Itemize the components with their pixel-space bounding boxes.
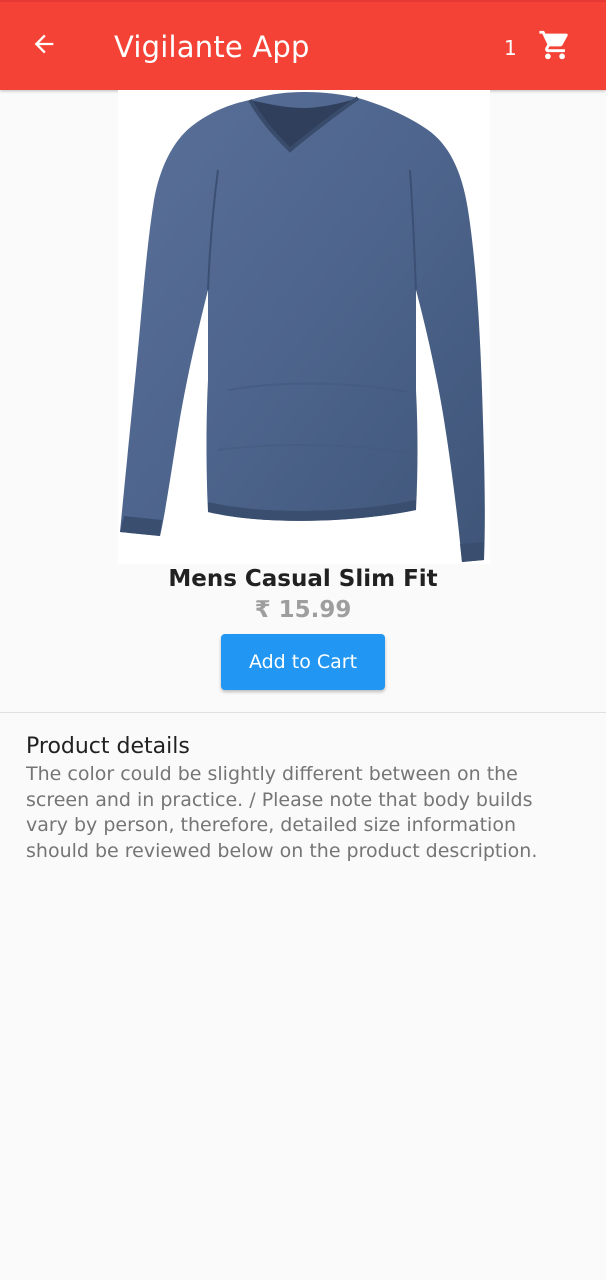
divider bbox=[0, 712, 606, 713]
shopping-cart-icon bbox=[538, 28, 572, 66]
product-price: ₹ 15.99 bbox=[254, 597, 352, 623]
cart-count-badge: 1 bbox=[504, 36, 517, 60]
arrow-back-icon bbox=[30, 30, 58, 62]
app-root: Vigilante App 1 Mens Casual Slim Fit ₹ 1… bbox=[0, 0, 606, 1280]
product-image bbox=[118, 90, 490, 564]
long-sleeve-tshirt-image bbox=[120, 92, 485, 562]
add-to-cart-button[interactable]: Add to Cart bbox=[221, 634, 385, 690]
app-title: Vigilante App bbox=[114, 30, 310, 64]
back-button[interactable] bbox=[18, 20, 70, 72]
app-bar: Vigilante App 1 bbox=[0, 0, 606, 90]
cart-button[interactable] bbox=[530, 22, 580, 72]
product-details-description: The color could be slightly different be… bbox=[26, 763, 538, 862]
product-details-heading: Product details bbox=[26, 734, 190, 759]
product-title: Mens Casual Slim Fit bbox=[168, 566, 438, 592]
